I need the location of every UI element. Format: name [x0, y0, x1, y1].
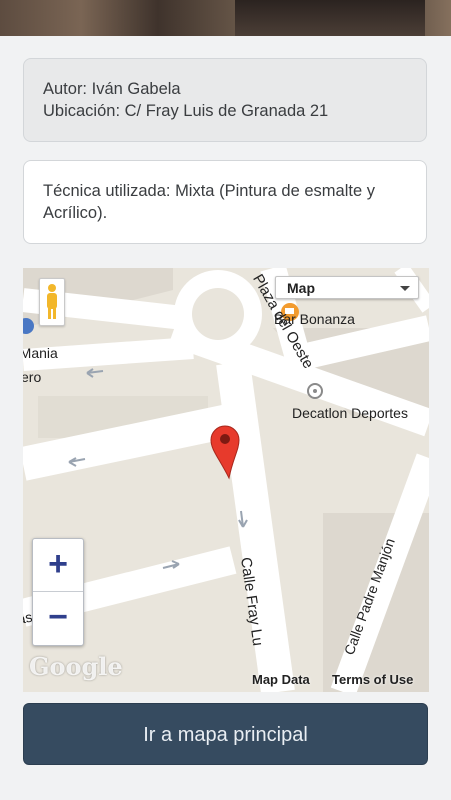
- location-text: Ubicación: C/ Fray Luis de Granada 21: [43, 102, 329, 120]
- terms-of-use-link[interactable]: Terms of Use: [332, 672, 413, 687]
- label-mania: rMania: [23, 345, 58, 361]
- label-ero: ero: [23, 369, 41, 385]
- open-main-map-button[interactable]: Ir a mapa principal: [23, 703, 428, 765]
- zoom-control: + −: [32, 538, 84, 646]
- google-logo: Google: [29, 652, 123, 681]
- map-type-select[interactable]: Map: [275, 276, 419, 299]
- author-card: Autor: Iván Gabela Ubicación: C/ Fray Lu…: [23, 58, 427, 142]
- artwork-photo: [0, 0, 451, 36]
- map-view[interactable]: Bar Bonanza Decatlon Deportes rMania ero…: [23, 268, 429, 692]
- technique-text: Técnica utilizada: Mixta (Pintura de esm…: [43, 182, 375, 222]
- technique-card: Técnica utilizada: Mixta (Pintura de esm…: [23, 160, 427, 244]
- author-text: Autor: Iván Gabela: [43, 80, 181, 98]
- street-view-pegman-icon[interactable]: [39, 278, 65, 326]
- map-data-link[interactable]: Map Data: [252, 672, 310, 687]
- zoom-out-button[interactable]: −: [33, 592, 83, 644]
- photo-door: [235, 0, 425, 36]
- zoom-in-button[interactable]: +: [33, 539, 83, 592]
- label-decathlon: Decatlon Deportes: [292, 405, 408, 421]
- map-type-label: Map: [287, 280, 315, 296]
- chevron-down-icon: [400, 286, 410, 291]
